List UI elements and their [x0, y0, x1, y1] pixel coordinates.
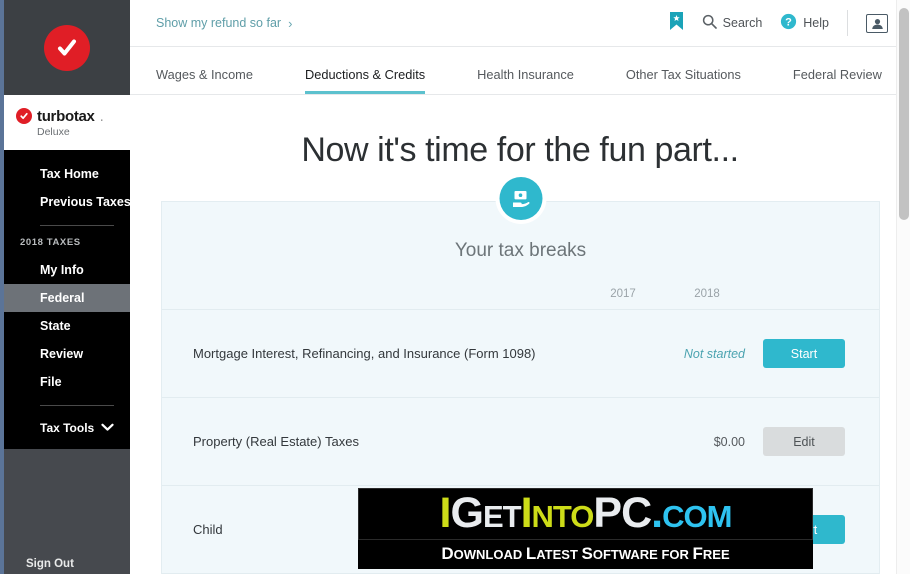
row-label-property-taxes: Property (Real Estate) Taxes — [193, 433, 359, 449]
sidebar-item-file[interactable]: File — [4, 368, 130, 396]
tab-deductions-credits[interactable]: Deductions & Credits — [304, 67, 426, 94]
chevron-right-icon: › — [288, 15, 293, 31]
igetintopc-watermark: IGETINTOPC.COM DOWNLOAD LATEST SOFTWARE … — [358, 488, 813, 569]
watermark-tagline-bar: DOWNLOAD LATEST SOFTWARE FOR FREE — [358, 540, 813, 569]
brand-name: turbotax — [37, 107, 95, 125]
watermark-tagline: DOWNLOAD LATEST SOFTWARE FOR FREE — [441, 544, 730, 563]
sidebar: turbotax . Deluxe Tax Home Previous Taxe… — [4, 0, 131, 574]
tax-tools-label: Tax Tools — [40, 421, 95, 435]
top-bar: Show my refund so far › Search ? Help — [130, 0, 910, 47]
sidebar-divider-top — [40, 225, 114, 226]
amount-value-property: $0.00 — [713, 434, 745, 449]
search-label: Search — [722, 16, 763, 30]
chevron-down-icon — [101, 419, 114, 437]
search-icon — [702, 14, 717, 32]
sidebar-item-tax-home[interactable]: Tax Home — [4, 160, 130, 188]
tab-health-insurance[interactable]: Health Insurance — [477, 67, 574, 94]
top-actions-divider — [847, 10, 848, 36]
brand-registered-dot: . — [99, 107, 104, 125]
row-action-property: Edit — [749, 427, 845, 456]
brand-row: turbotax . — [16, 108, 130, 125]
search-button[interactable]: Search — [702, 14, 763, 32]
edit-button-property[interactable]: Edit — [763, 427, 845, 456]
page-title: Now it's time for the fun part... — [301, 131, 739, 169]
tab-wages-income[interactable]: Wages & Income — [156, 67, 253, 94]
turbotax-check-icon — [44, 24, 90, 71]
vertical-scrollbar[interactable] — [896, 0, 910, 574]
column-header-2017: 2017 — [610, 288, 636, 300]
sidebar-filler — [4, 449, 130, 558]
brand-edition: Deluxe — [37, 125, 70, 138]
brand-block: turbotax . Deluxe — [4, 95, 130, 150]
tab-federal-review[interactable]: Federal Review — [793, 67, 882, 94]
row-action-mortgage: Start — [749, 339, 845, 368]
hand-holding-money-icon — [499, 177, 542, 220]
tab-other-tax-situations[interactable]: Other Tax Situations — [626, 67, 741, 94]
sidebar-item-tax-tools[interactable]: Tax Tools — [4, 415, 130, 441]
table-row: Property (Real Estate) Taxes $0.00 Edit — [162, 398, 879, 486]
svg-text:?: ? — [785, 17, 792, 29]
watermark-title-bar: IGETINTOPC.COM — [358, 488, 813, 540]
sidebar-item-federal[interactable]: Federal — [4, 284, 130, 312]
table-row: Mortgage Interest, Refinancing, and Insu… — [162, 310, 879, 398]
sidebar-section-label: 2018 TAXES — [20, 237, 81, 248]
brand-check-icon — [16, 108, 32, 124]
sidebar-item-my-info[interactable]: My Info — [4, 256, 130, 284]
bookmark-flag-icon[interactable] — [669, 11, 684, 36]
show-my-refund-label: Show my refund so far — [156, 16, 282, 30]
sidebar-item-review[interactable]: Review — [4, 340, 130, 368]
help-icon: ? — [780, 13, 797, 33]
sidebar-item-previous-taxes[interactable]: Previous Taxes — [4, 188, 131, 216]
table-column-headers: 2017 2018 — [162, 262, 879, 310]
sidebar-nav: Tax Home Previous Taxes 2018 TAXES My In… — [4, 150, 131, 449]
turbotax-window: turbotax . Deluxe Tax Home Previous Taxe… — [0, 0, 910, 574]
help-label: Help — [803, 16, 829, 30]
sign-out-button[interactable]: Sign Out — [4, 558, 130, 574]
sidebar-logo-block — [4, 0, 130, 95]
column-header-2018: 2018 — [694, 288, 720, 300]
user-avatar-icon[interactable] — [866, 13, 888, 33]
main-content: Show my refund so far › Search ? Help Wa… — [130, 0, 910, 574]
scrollbar-thumb[interactable] — [899, 8, 909, 220]
section-tabs: Wages & Income Deductions & Credits Heal… — [130, 47, 910, 95]
sidebar-item-state[interactable]: State — [4, 312, 130, 340]
help-button[interactable]: ? Help — [780, 13, 829, 33]
row-label-mortgage-interest: Mortgage Interest, Refinancing, and Insu… — [193, 345, 536, 361]
sidebar-divider-bottom — [40, 405, 114, 406]
top-actions: Search ? Help — [669, 10, 888, 36]
show-my-refund-link[interactable]: Show my refund so far › — [156, 16, 292, 31]
start-button-mortgage[interactable]: Start — [763, 339, 845, 368]
watermark-title: IGETINTOPC.COM — [439, 489, 733, 537]
status-badge-mortgage: Not started — [683, 346, 745, 361]
